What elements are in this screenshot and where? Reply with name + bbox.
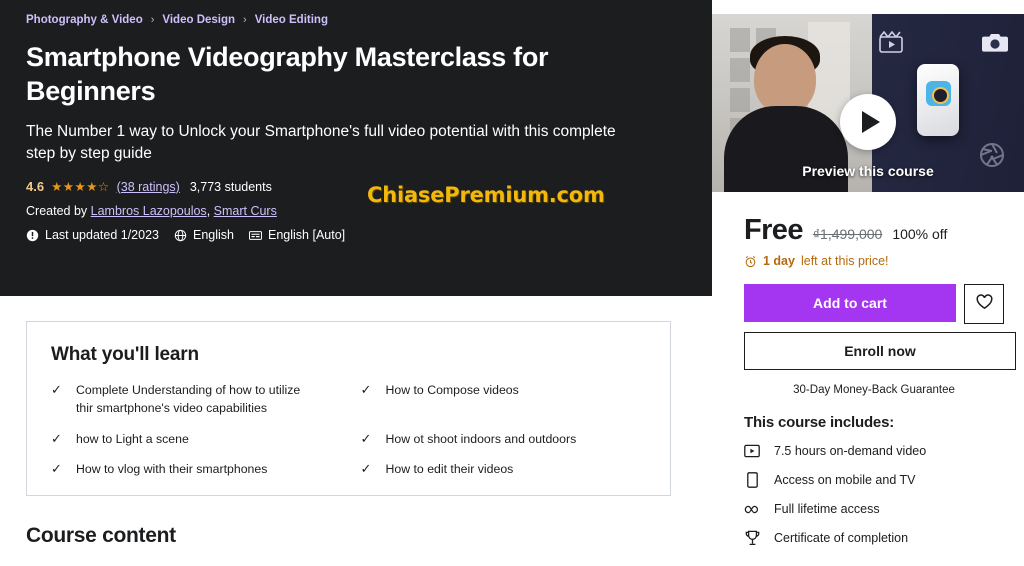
check-icon: ✓ xyxy=(360,430,372,446)
globe-icon xyxy=(174,229,187,242)
cta-row: Add to cart xyxy=(732,268,1004,324)
course-subtitle: The Number 1 way to Unlock your Smartpho… xyxy=(26,123,616,163)
main-content-left: What you'll learn ✓ Complete Understandi… xyxy=(0,296,712,566)
page-title: Smartphone Videography Masterclass for B… xyxy=(26,42,549,107)
preview-label: Preview this course xyxy=(802,163,934,179)
play-button[interactable] xyxy=(840,94,896,150)
list-item: 7.5 hours on-demand video xyxy=(744,443,1004,459)
current-price: Free xyxy=(744,214,803,246)
course-preview-video[interactable]: Preview this course xyxy=(712,14,1024,192)
language-meta: English xyxy=(174,228,234,242)
list-item-label: 7.5 hours on-demand video xyxy=(774,444,927,458)
learn-item-label: How to Compose videos xyxy=(385,383,519,397)
deal-timer-row: 1 day left at this price! xyxy=(732,247,1004,268)
exclamation-circle-icon xyxy=(26,229,39,242)
buy-box: Free ₫1,499,000 100% off 1 day left at t… xyxy=(712,192,1024,546)
add-to-cart-button[interactable]: Add to cart xyxy=(744,284,956,322)
breadcrumb-item-video-design[interactable]: Video Design xyxy=(162,14,235,26)
video-icon xyxy=(744,443,760,459)
check-icon: ✓ xyxy=(51,430,62,446)
instructor-link-1[interactable]: Lambros Lazopoulos xyxy=(91,204,207,218)
breadcrumb-separator-icon: › xyxy=(150,14,155,26)
heart-icon xyxy=(976,293,993,315)
course-content-heading: Course content xyxy=(26,524,176,547)
learn-item-label: How to vlog with their smartphones xyxy=(76,462,268,477)
mobile-icon xyxy=(744,472,760,488)
rating-value: 4.6 xyxy=(26,179,45,195)
course-includes-heading: This course includes: xyxy=(744,414,895,431)
learn-item: ✓ How to vlog with their smartphones xyxy=(51,461,337,479)
watermark-text: ChiasePremium.com xyxy=(367,183,605,207)
learn-item: ✓ Complete Understanding of how to utili… xyxy=(51,382,337,418)
learn-items-grid: ✓ Complete Understanding of how to utili… xyxy=(27,366,670,492)
captions-meta: English [Auto] xyxy=(249,228,345,242)
list-item-label: Full lifetime access xyxy=(774,502,880,516)
captions-text: English [Auto] xyxy=(268,228,346,243)
learn-item-label: How to edit their videos xyxy=(385,462,514,477)
what-you-will-learn-heading: What you'll learn xyxy=(51,344,199,365)
check-icon: ✓ xyxy=(51,461,62,477)
check-icon: ✓ xyxy=(360,461,372,477)
learn-item: ✓ How to edit their videos xyxy=(361,461,647,479)
price-row: Free ₫1,499,000 100% off xyxy=(732,192,1004,247)
learn-item: ✓ How to Compose videos xyxy=(361,382,647,418)
last-updated-text: Last updated 1/2023 xyxy=(45,228,159,243)
film-clapper-icon xyxy=(878,30,904,54)
deal-text: left at this price! xyxy=(800,254,889,268)
learn-item-label: Complete Understanding of how to utilize… xyxy=(76,383,301,415)
ratings-count-link[interactable]: (38 ratings) xyxy=(117,180,180,194)
course-hero-header: Photography & Video › Video Design › Vid… xyxy=(0,0,712,296)
check-icon: ✓ xyxy=(51,382,62,397)
camera-icon xyxy=(982,32,1008,54)
infinity-icon xyxy=(744,501,760,517)
course-landing-page: Photography & Video › Video Design › Vid… xyxy=(0,0,1024,566)
learn-item: ✓ how to Light a scene xyxy=(51,431,337,449)
trophy-icon xyxy=(744,530,760,546)
last-updated-meta: Last updated 1/2023 xyxy=(26,228,159,242)
preview-phone-camera-app-icon xyxy=(926,81,951,106)
preview-person-body xyxy=(724,106,848,192)
what-you-will-learn-box: What you'll learn ✓ Complete Understandi… xyxy=(26,321,671,496)
preview-wall-panel xyxy=(730,88,750,112)
list-item: Certificate of completion xyxy=(744,530,1004,546)
list-item-label: Access on mobile and TV xyxy=(774,473,916,487)
deal-time-left: 1 day xyxy=(763,254,795,268)
list-item: Access on mobile and TV xyxy=(744,472,1004,488)
course-meta-row: Last updated 1/2023 English English [Aut… xyxy=(26,228,688,242)
star-rating-icon: ★★★★☆ xyxy=(51,180,110,195)
wishlist-button[interactable] xyxy=(964,284,1004,324)
enroll-now-button[interactable]: Enroll now xyxy=(744,332,1016,370)
closed-captions-icon xyxy=(249,229,262,242)
created-by-label: Created by xyxy=(26,204,88,219)
alarm-clock-icon xyxy=(744,255,757,268)
breadcrumb-item-photography-video[interactable]: Photography & Video xyxy=(26,14,143,26)
preview-wall-panel xyxy=(730,28,750,52)
instructor-link-2[interactable]: Smart Curs xyxy=(214,204,277,218)
list-item: Full lifetime access xyxy=(744,501,1004,517)
preview-wall-panel xyxy=(730,58,750,82)
learn-item: ✓ How ot shoot indoors and outdoors xyxy=(361,431,647,449)
learn-item-label: How ot shoot indoors and outdoors xyxy=(385,431,577,446)
money-back-guarantee: 30-Day Money-Back Guarantee xyxy=(793,384,955,396)
discount-percent: 100% off xyxy=(892,226,948,242)
learn-item-label: how to Light a scene xyxy=(76,431,189,446)
breadcrumb: Photography & Video › Video Design › Vid… xyxy=(26,14,688,26)
original-price: ₫1,499,000 xyxy=(812,226,883,242)
preview-person-face xyxy=(754,44,816,114)
language-text: English xyxy=(193,228,234,243)
check-icon: ✓ xyxy=(360,382,372,397)
list-item-label: Certificate of completion xyxy=(774,531,909,545)
breadcrumb-separator-icon: › xyxy=(243,14,247,26)
students-count: 3,773 students xyxy=(189,179,272,194)
breadcrumb-item-video-editing[interactable]: Video Editing xyxy=(255,14,328,26)
purchase-sidebar: Preview this course Free ₫1,499,000 100%… xyxy=(712,0,1024,566)
author-comma: , xyxy=(206,204,214,219)
course-includes-list: 7.5 hours on-demand video Access on mobi… xyxy=(732,431,1004,546)
play-icon xyxy=(861,111,880,133)
